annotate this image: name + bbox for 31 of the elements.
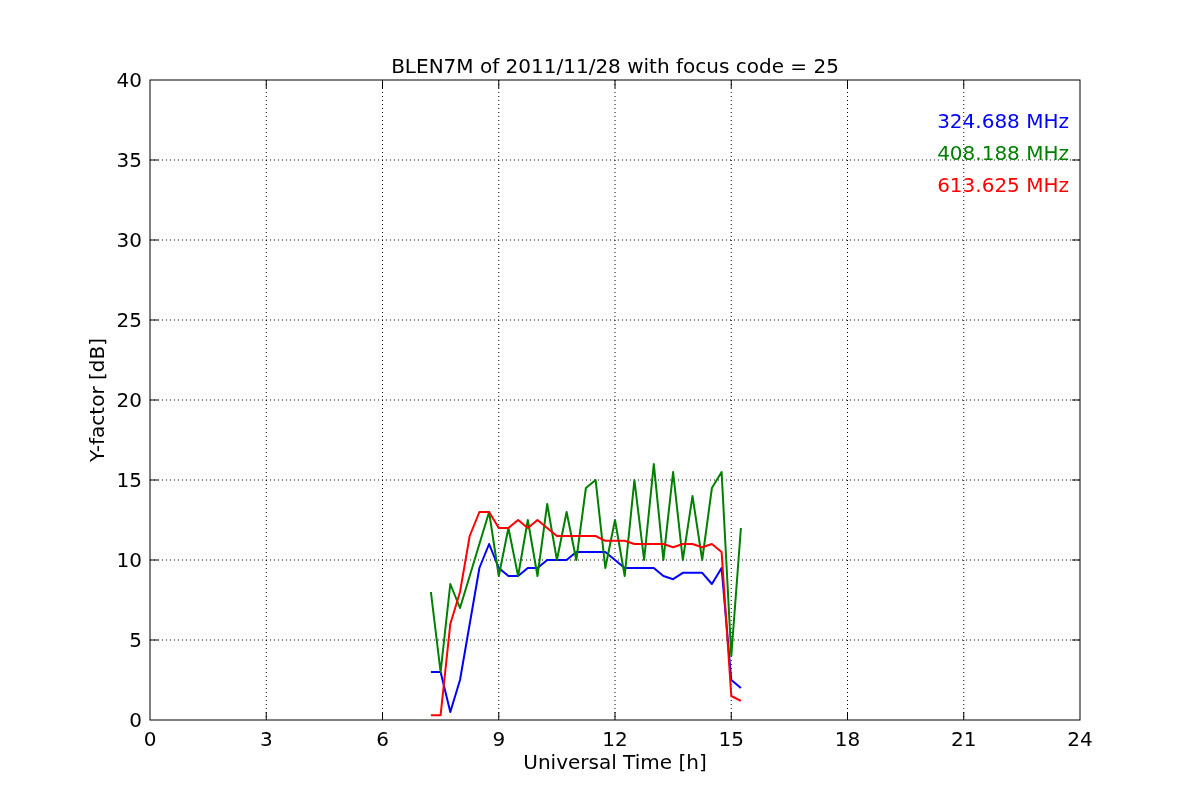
tick-label: 0 bbox=[129, 708, 142, 732]
tick-mark bbox=[382, 711, 383, 721]
y-axis-label: Y-factor [dB] bbox=[85, 338, 109, 462]
legend-label: 408.188 MHz bbox=[937, 141, 1069, 165]
legend-label: 324.688 MHz bbox=[937, 109, 1069, 133]
tick-label: 35 bbox=[116, 148, 142, 172]
x-axis-label: Universal Time [h] bbox=[523, 750, 707, 774]
tick-label: 18 bbox=[834, 727, 861, 751]
tick-label: 0 bbox=[143, 727, 157, 751]
tick-label: 24 bbox=[1067, 727, 1093, 751]
chart-title: BLEN7M of 2011/11/28 with focus code = 25 bbox=[391, 54, 839, 78]
tick-label: 15 bbox=[116, 468, 142, 492]
tick-mark bbox=[730, 711, 732, 721]
tick-label: 12 bbox=[602, 727, 628, 751]
tick-mark bbox=[498, 711, 500, 721]
tick-mark bbox=[265, 711, 267, 721]
tick-label: 21 bbox=[951, 727, 977, 751]
tick-label: 9 bbox=[492, 727, 506, 751]
legend-label: 613.625 MHz bbox=[937, 173, 1069, 197]
tick-mark bbox=[963, 711, 965, 721]
tick-label: 10 bbox=[116, 548, 142, 572]
tick-label: 15 bbox=[718, 727, 744, 751]
tick-mark bbox=[847, 711, 848, 721]
tick-label: 40 bbox=[116, 68, 142, 92]
tick-label: 20 bbox=[116, 388, 142, 412]
tick-label: 30 bbox=[116, 228, 142, 252]
tick-label: 6 bbox=[376, 727, 389, 751]
tick-mark bbox=[614, 711, 616, 721]
tick-label: 3 bbox=[259, 727, 273, 751]
tick-label: 25 bbox=[116, 308, 142, 332]
tick-label: 5 bbox=[129, 628, 142, 652]
